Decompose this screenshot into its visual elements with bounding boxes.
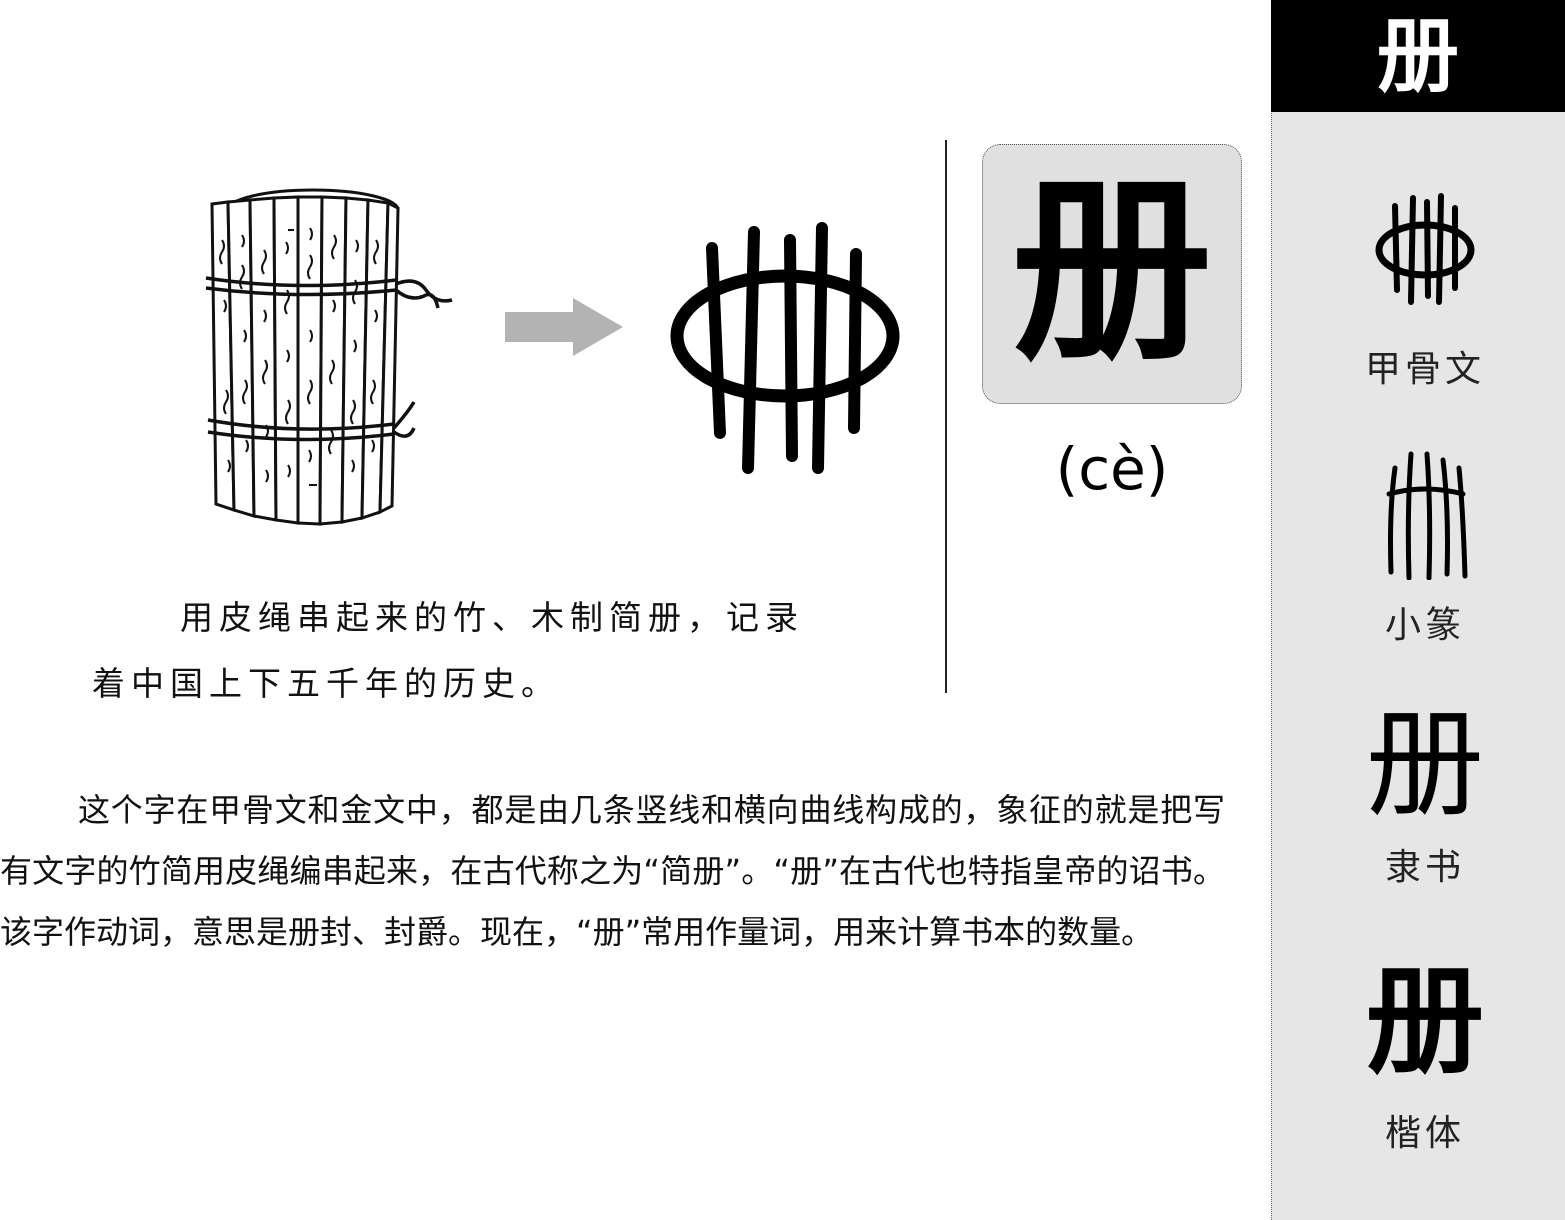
caption-line-2: 着中国上下五千年的历史。	[92, 664, 560, 703]
bamboo-slips-illustration	[205, 188, 453, 526]
sidebar-header: 册	[1271, 0, 1565, 112]
script-label-oracle: 甲骨文	[1364, 349, 1485, 390]
caption-line-1: 用皮绳串起来的竹、木制简册，记录	[180, 598, 804, 637]
oracle-bone-glyph-large	[670, 222, 900, 474]
regular-script-glyph: 册	[1365, 951, 1484, 1090]
script-label-regular: 楷体	[1384, 1113, 1465, 1154]
sidebar-header-character: 册	[1376, 8, 1459, 104]
description-paragraph: 这个字在甲骨文和金文中，都是由几条竖线和横向曲线构成的，象征的就是把写有文字的竹…	[0, 791, 1225, 951]
pinyin: (cè)	[1055, 435, 1169, 503]
script-label-clerical: 隶书	[1384, 847, 1465, 888]
arrow-right-icon	[505, 298, 623, 356]
vertical-divider	[945, 140, 947, 693]
script-label-small-seal: 小篆	[1384, 605, 1465, 646]
character-card: 册	[982, 144, 1242, 404]
description-text: 这个字在甲骨文和金文中，都是由几条竖线和横向曲线构成的，象征的就是把写有文字的竹…	[0, 780, 1225, 963]
oracle-bone-glyph-small	[1375, 193, 1475, 305]
illustration-caption: 用皮绳串起来的竹、木制简册，记录 着中国上下五千年的历史。	[92, 585, 832, 717]
small-seal-glyph	[1386, 451, 1468, 580]
clerical-script-glyph: 册	[1365, 695, 1484, 833]
main-character: 册	[1011, 153, 1212, 388]
